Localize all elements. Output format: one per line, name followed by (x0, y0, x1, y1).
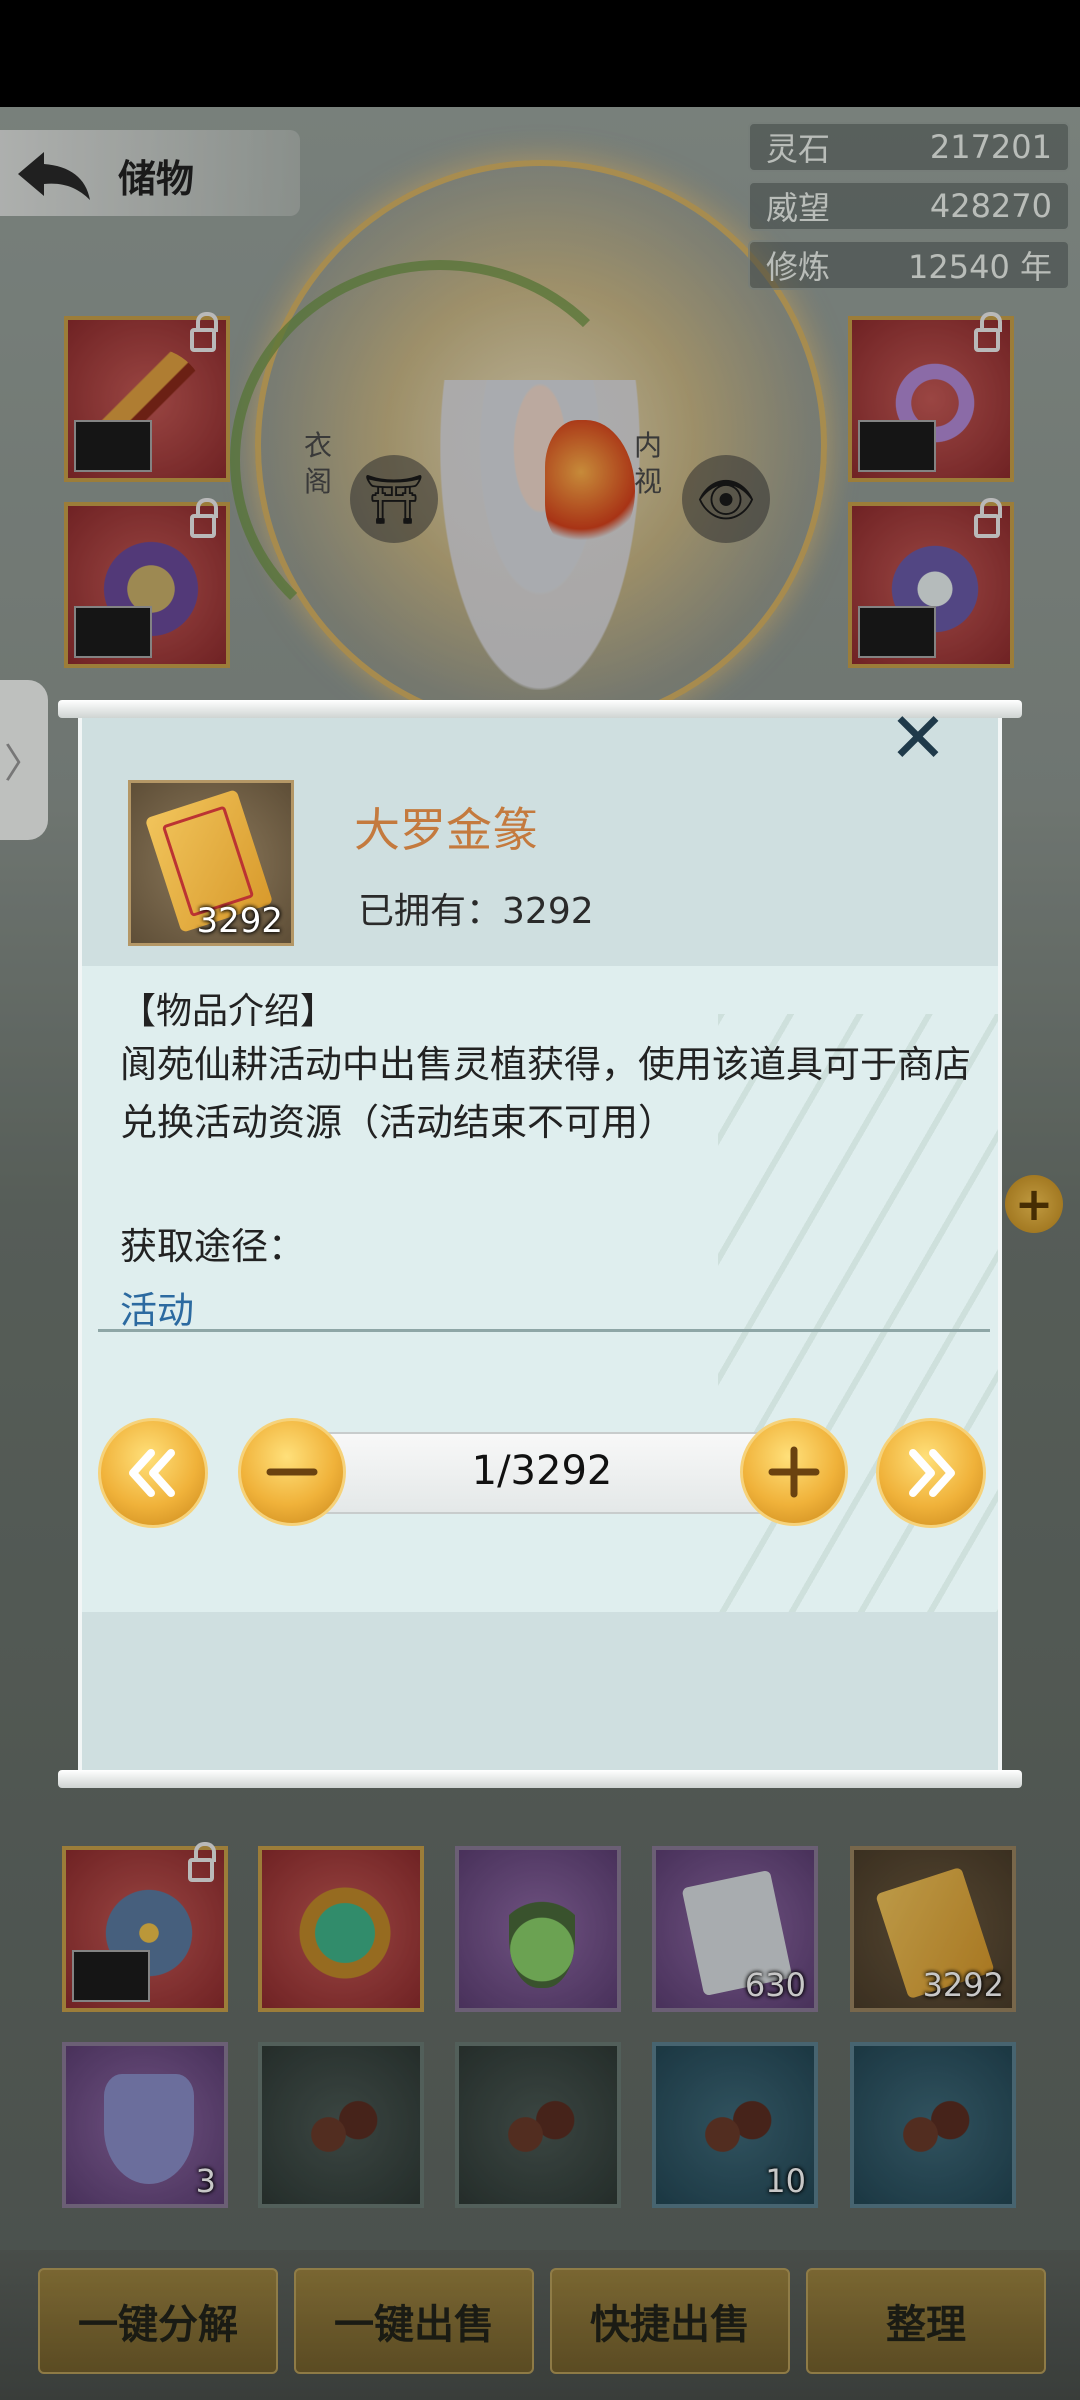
increase-button[interactable] (740, 1418, 848, 1526)
minus-icon (266, 1468, 318, 1476)
item-name: 大罗金篆 (354, 803, 538, 857)
owned-label: 已拥有： (358, 891, 503, 932)
item-count: 3292 (196, 901, 283, 941)
quantity-value: 1/3292 (471, 1448, 613, 1494)
source-link[interactable]: 活动 (120, 1280, 194, 1334)
min-quantity-button[interactable] (98, 1418, 208, 1528)
close-icon[interactable]: ✕ (882, 702, 954, 774)
divider (98, 1329, 990, 1332)
status-bar (0, 0, 1080, 107)
dialog-panel: 3292 大罗金篆 已拥有：3292 【物品介绍】 阆苑仙耕活动中出售灵植获得，… (78, 714, 1002, 1772)
scroll-rod-bottom (58, 1770, 1022, 1788)
plus-icon (768, 1446, 820, 1498)
double-chevron-right-icon (909, 1449, 955, 1497)
scroll-rod-top (58, 700, 1022, 718)
owned-value: 3292 (502, 891, 594, 932)
source-label: 获取途径： (120, 1225, 305, 1268)
max-quantity-button[interactable] (876, 1418, 986, 1528)
item-detail-dialog: 3292 大罗金篆 已拥有：3292 【物品介绍】 阆苑仙耕活动中出售灵植获得，… (58, 700, 1022, 1788)
double-chevron-left-icon (129, 1449, 175, 1497)
decrease-button[interactable] (238, 1418, 346, 1526)
item-description: 阆苑仙耕活动中出售灵植获得，使用该道具可于商店兑换活动资源（活动结束不可用） (120, 1043, 971, 1144)
owned-count: 已拥有：3292 (358, 882, 594, 934)
item-icon-frame: 3292 (128, 780, 294, 946)
dialog-footer (82, 1612, 998, 1772)
description-heading: 【物品介绍】 (120, 991, 337, 1032)
